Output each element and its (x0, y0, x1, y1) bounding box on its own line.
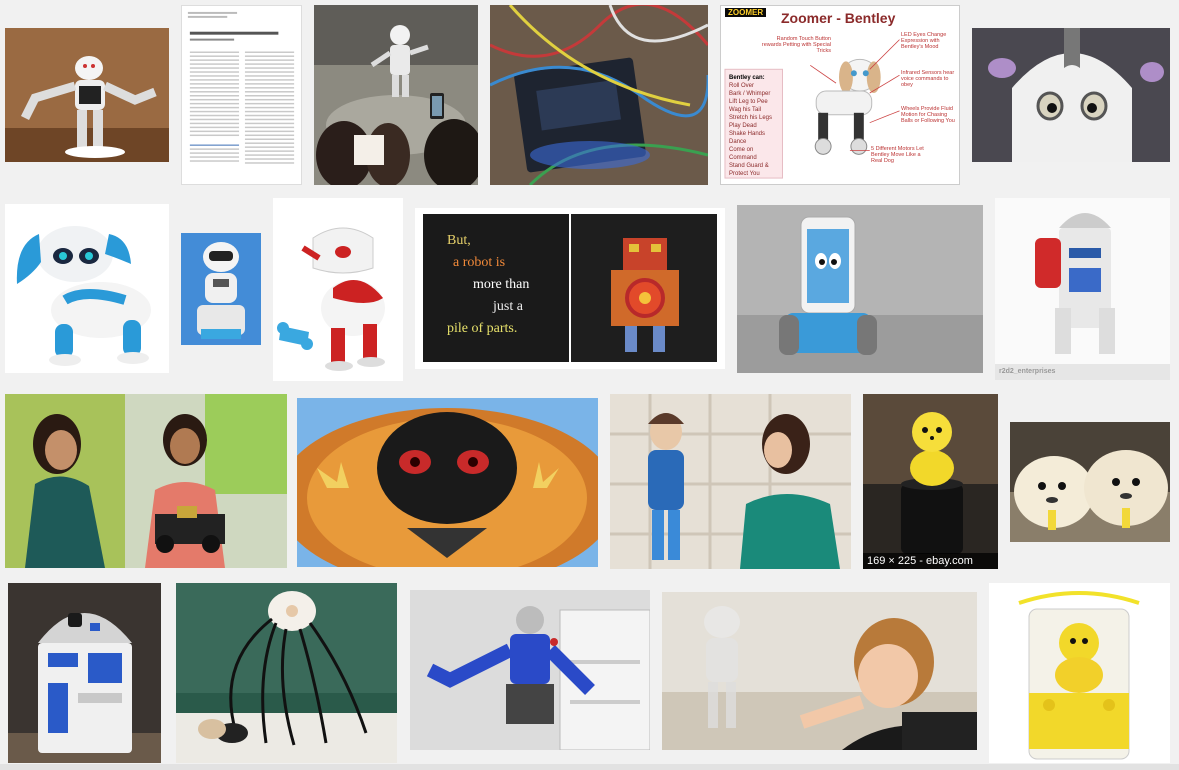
result-image-teksta-dino[interactable] (273, 198, 403, 381)
arduino-photo (490, 5, 708, 185)
abilities-list: Bentley can: Roll Over Bark / Whimper Li… (729, 74, 781, 178)
teksta-dino-photo (273, 198, 403, 381)
ability-item: Lift Leg to Pee (729, 99, 768, 105)
robot-face-photo (972, 28, 1170, 162)
paro-seals-photo (1010, 422, 1170, 542)
ability-item: Stretch his Legs (729, 115, 773, 121)
abilities-heading: Bentley can: (729, 75, 765, 81)
result-image-robosapien[interactable] (5, 28, 169, 162)
result-image-paper[interactable] (181, 5, 302, 185)
ability-item: Play Dead (729, 123, 757, 129)
result-image-zoomer-bentley[interactable]: ZOOMER Zoomer - Bentley Random Touch But… (720, 5, 960, 185)
furry-monster-photo (297, 398, 598, 567)
ability-item: Come on Command (729, 147, 757, 161)
book-line: pile of parts. (447, 321, 518, 336)
paper-thumbnail (182, 6, 301, 184)
result-image-asimo[interactable] (314, 5, 478, 185)
book-text: But, a robot is more than just a pile of… (447, 230, 567, 340)
result-image-zeno-robot[interactable] (610, 394, 851, 569)
callout-led-eyes: LED Eyes Change Expression with Bentley'… (901, 32, 947, 50)
zeno-robot-photo (610, 394, 851, 569)
small-robot-photo (181, 233, 261, 345)
asimo-photo (314, 5, 478, 185)
result-image-keepon-ebay[interactable]: 169 × 225 - ebay.com (863, 394, 998, 569)
result-image-r2d2-drink[interactable]: r2d2_enterprises (995, 198, 1170, 380)
jellyfish-robot-photo (176, 583, 397, 763)
women-robot-photo (5, 394, 287, 568)
book-line: But, (447, 233, 471, 248)
result-image-teksta-dog[interactable] (5, 204, 169, 373)
result-image-nao-child[interactable] (662, 592, 977, 750)
callout-motors: 5 Different Motors Let Bentley Move Like… (871, 146, 924, 164)
keepon-photo (863, 394, 998, 569)
result-image-furry-monster[interactable] (297, 398, 598, 567)
ability-item: Stand Guard & Protect You (729, 163, 769, 177)
ability-item: Bark / Whimper (729, 91, 771, 97)
callout-wheels: Wheels Provide Fluid Motion for Chasing … (901, 106, 955, 124)
book-line: more than (473, 277, 530, 292)
ability-item: Shake Hands (729, 131, 766, 137)
romo-photo (737, 205, 983, 373)
book-line: a robot is (453, 255, 506, 270)
watermark-label: r2d2_enterprises (999, 368, 1056, 375)
result-image-robot-face[interactable] (972, 28, 1170, 162)
result-image-robot-book[interactable]: But, a robot is more than just a pile of… (415, 208, 725, 369)
result-image-r2d2-bin[interactable] (8, 583, 161, 763)
humanoid-fridge-photo (410, 590, 650, 750)
r2d2-bin-photo (8, 583, 161, 763)
nao-child-photo (662, 592, 977, 750)
result-image-small-robot[interactable] (181, 233, 261, 345)
teksta-dog-photo (5, 204, 169, 373)
result-image-paro-seals[interactable] (1010, 422, 1170, 542)
zoomer-title: Zoomer - Bentley (781, 10, 896, 26)
result-image-my-keepon[interactable] (989, 583, 1170, 763)
results-bottom-edge (0, 764, 1179, 770)
result-image-humanoid-fridge[interactable] (410, 590, 650, 750)
image-size-source-label: 169 × 225 - ebay.com (863, 553, 998, 569)
callout-touch: Random Touch Button rewards Petting with… (761, 36, 831, 54)
result-image-women-robot[interactable] (5, 394, 287, 568)
my-keepon-package-photo (989, 583, 1170, 763)
ability-item: Wag his Tail (729, 107, 762, 113)
robosapien-image (5, 28, 169, 162)
result-image-jellyfish-robot[interactable] (176, 583, 397, 763)
ability-item: Dance (729, 139, 747, 145)
zoomer-brand-logo: ZOOMER (725, 8, 767, 17)
result-image-arduino[interactable] (490, 5, 708, 185)
r2d2-drink-photo (995, 198, 1170, 380)
book-line: just a (493, 299, 523, 314)
callout-infrared: Infrared Sensors hear voice commands to … (901, 70, 955, 88)
result-image-romo[interactable] (737, 205, 983, 373)
ability-item: Roll Over (729, 83, 755, 89)
